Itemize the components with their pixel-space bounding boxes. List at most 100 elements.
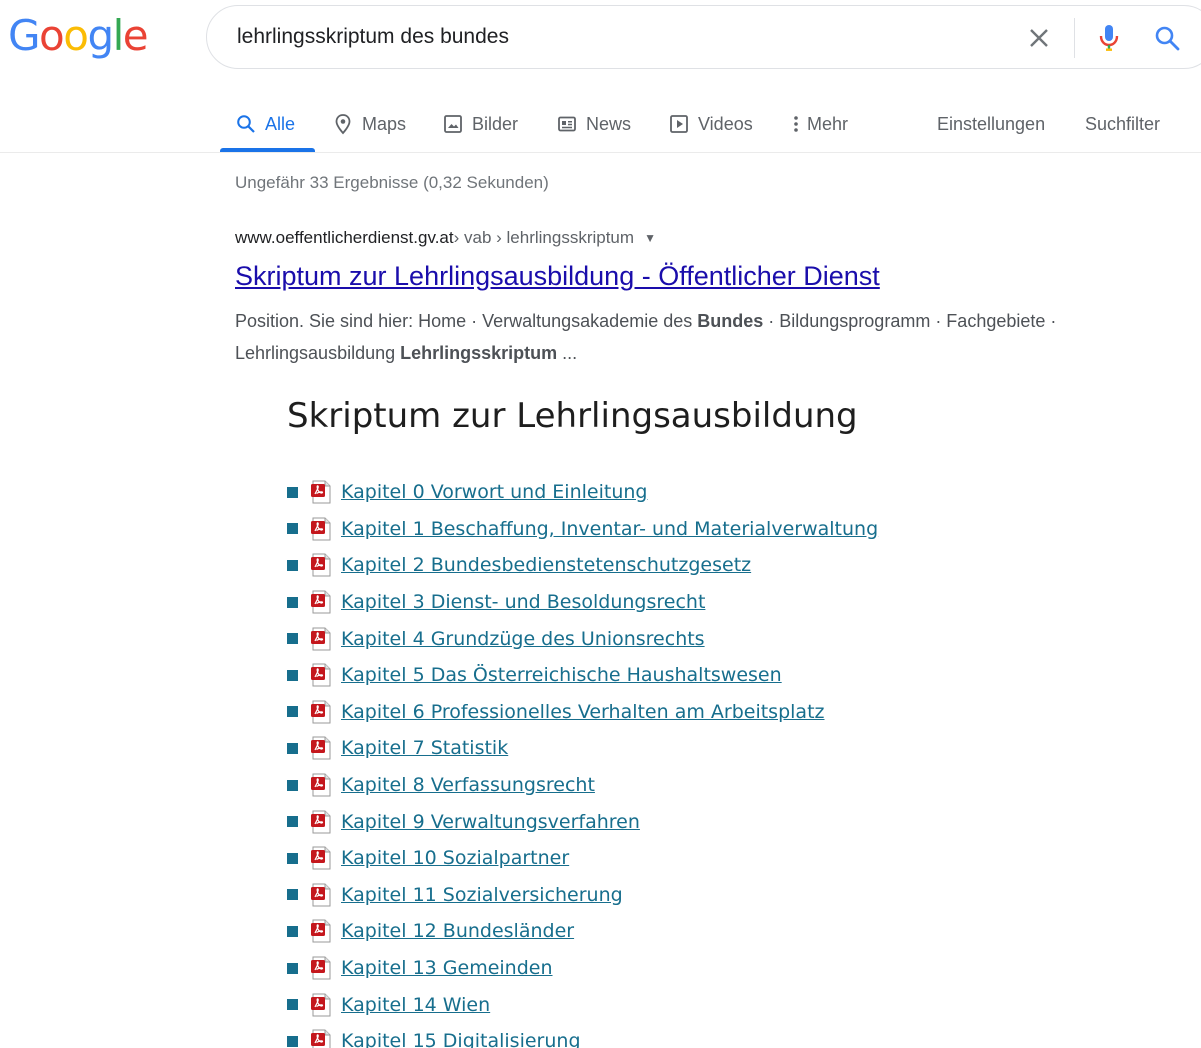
result-stats: Ungefähr 33 Ergebnisse (0,32 Sekunden) xyxy=(235,173,549,192)
play-icon xyxy=(669,114,689,134)
chapter-link[interactable]: Kapitel 9 Verwaltungsverfahren xyxy=(341,811,640,833)
result-domain: www.oeffentlicherdienst.gv.at xyxy=(235,228,454,247)
pdf-icon xyxy=(310,480,332,504)
chapter-list: Kapitel 0 Vorwort und Einleitung Kapitel … xyxy=(287,474,878,1048)
square-bullet-icon xyxy=(287,706,298,718)
tab-images[interactable]: Bilder xyxy=(443,96,518,152)
chapter-link[interactable]: Kapitel 7 Statistik xyxy=(341,737,508,759)
chapter-link[interactable]: Kapitel 14 Wien xyxy=(341,994,490,1016)
microphone-icon xyxy=(1099,25,1119,51)
tab-all[interactable]: Alle xyxy=(236,96,295,152)
more-vert-icon xyxy=(791,114,801,134)
map-pin-icon xyxy=(333,113,353,135)
chapter-link[interactable]: Kapitel 2 Bundesbedienstetenschutzgesetz xyxy=(341,554,751,576)
clear-search-button[interactable] xyxy=(1025,24,1053,52)
chapter-list-item: Kapitel 5 Das Österreichische Haushaltsw… xyxy=(287,657,878,694)
tab-more[interactable]: Mehr xyxy=(791,96,848,152)
search-icon xyxy=(236,114,256,134)
chapter-link[interactable]: Kapitel 10 Sozialpartner xyxy=(341,847,569,869)
pdf-icon xyxy=(310,700,332,724)
square-bullet-icon xyxy=(287,742,298,754)
chevron-down-icon[interactable]: ▼ xyxy=(644,231,656,245)
tab-maps[interactable]: Maps xyxy=(333,96,406,152)
result-title-link[interactable]: Skriptum zur Lehrlingsausbildung - Öffen… xyxy=(235,261,880,292)
chapter-link[interactable]: Kapitel 6 Professionelles Verhalten am A… xyxy=(341,701,825,723)
chapter-link[interactable]: Kapitel 4 Grundzüge des Unionsrechts xyxy=(341,628,705,650)
tab-label: Mehr xyxy=(807,113,849,134)
pdf-icon xyxy=(310,627,332,651)
chapter-link[interactable]: Kapitel 11 Sozialversicherung xyxy=(341,884,623,906)
tab-news[interactable]: News xyxy=(557,96,631,152)
search-icon xyxy=(1155,26,1180,51)
snippet-highlight: Lehrlingsskriptum xyxy=(400,343,558,363)
search-input[interactable] xyxy=(237,20,997,54)
chapter-link[interactable]: Kapitel 15 Digitalisierung xyxy=(341,1030,581,1048)
logo-letter: g xyxy=(87,11,114,60)
settings-link[interactable]: Einstellungen xyxy=(937,96,1045,152)
logo-letter: l xyxy=(112,11,125,60)
pdf-icon xyxy=(310,956,332,980)
chapter-link[interactable]: Kapitel 8 Verfassungsrecht xyxy=(341,774,595,796)
pdf-icon xyxy=(310,993,332,1017)
image-icon xyxy=(443,114,463,134)
square-bullet-icon xyxy=(287,999,298,1011)
logo-letter: G xyxy=(8,11,41,60)
result-path: › vab › lehrlingsskriptum xyxy=(453,228,635,247)
tab-label: News xyxy=(586,113,632,134)
snippet-text: Position. Sie sind hier: Home · Verwaltu… xyxy=(235,311,698,331)
embedded-page-title: Skriptum zur Lehrlingsausbildung xyxy=(287,396,858,436)
chapter-link[interactable]: Kapitel 1 Beschaffung, Inventar- und Mat… xyxy=(341,518,878,540)
result-breadcrumb: www.oeffentlicherdienst.gv.at › vab › le… xyxy=(235,228,656,248)
voice-search-button[interactable] xyxy=(1095,24,1123,52)
chapter-link[interactable]: Kapitel 13 Gemeinden xyxy=(341,957,553,979)
tab-label: Bilder xyxy=(472,113,519,134)
square-bullet-icon xyxy=(287,523,298,535)
newspaper-icon xyxy=(557,114,577,134)
pdf-icon xyxy=(310,663,332,687)
chapter-list-item: Kapitel 3 Dienst- und Besoldungsrecht xyxy=(287,584,878,621)
google-logo[interactable]: Google xyxy=(8,10,149,62)
pdf-icon xyxy=(310,883,332,907)
chapter-list-item: Kapitel 9 Verwaltungsverfahren xyxy=(287,803,878,840)
snippet-text: ... xyxy=(557,343,578,363)
search-submit-button[interactable] xyxy=(1153,24,1181,52)
chapter-link[interactable]: Kapitel 0 Vorwort und Einleitung xyxy=(341,481,647,503)
chapter-list-item: Kapitel 15 Digitalisierung xyxy=(287,1023,878,1048)
pdf-icon xyxy=(310,590,332,614)
pdf-icon xyxy=(310,810,332,834)
tab-label: Alle xyxy=(265,113,296,134)
chapter-list-item: Kapitel 10 Sozialpartner xyxy=(287,840,878,877)
tab-label: Maps xyxy=(362,113,407,134)
search-nav: Alle Maps Bilder News Videos Mehr Einste… xyxy=(0,96,1201,154)
header-divider xyxy=(0,152,1201,153)
square-bullet-icon xyxy=(287,925,298,937)
search-tools-link[interactable]: Suchfilter xyxy=(1085,96,1160,152)
search-bar xyxy=(206,5,1201,69)
google-results-page: Google Alle xyxy=(0,0,1201,1048)
chapter-list-item: Kapitel 12 Bundesländer xyxy=(287,913,878,950)
tab-videos[interactable]: Videos xyxy=(669,96,753,152)
square-bullet-icon xyxy=(287,962,298,974)
chapter-link[interactable]: Kapitel 3 Dienst- und Besoldungsrecht xyxy=(341,591,705,613)
search-bar-divider xyxy=(1074,18,1075,58)
logo-letter: o xyxy=(63,11,89,60)
pdf-icon xyxy=(310,553,332,577)
chapter-list-item: Kapitel 0 Vorwort und Einleitung xyxy=(287,474,878,511)
pdf-icon xyxy=(310,846,332,870)
chapter-list-item: Kapitel 7 Statistik xyxy=(287,730,878,767)
close-icon xyxy=(1030,29,1048,47)
square-bullet-icon xyxy=(287,596,298,608)
snippet-highlight: Bundes xyxy=(697,311,764,331)
pdf-icon xyxy=(310,919,332,943)
chapter-link[interactable]: Kapitel 12 Bundesländer xyxy=(341,920,574,942)
logo-letter: e xyxy=(122,11,149,60)
square-bullet-icon xyxy=(287,669,298,681)
chapter-list-item: Kapitel 2 Bundesbedienstetenschutzgesetz xyxy=(287,547,878,584)
chapter-list-item: Kapitel 8 Verfassungsrecht xyxy=(287,767,878,804)
square-bullet-icon xyxy=(287,633,298,645)
chapter-list-item: Kapitel 11 Sozialversicherung xyxy=(287,877,878,914)
square-bullet-icon xyxy=(287,1035,298,1047)
square-bullet-icon xyxy=(287,486,298,498)
chapter-link[interactable]: Kapitel 5 Das Österreichische Haushaltsw… xyxy=(341,664,782,686)
pdf-icon xyxy=(310,773,332,797)
